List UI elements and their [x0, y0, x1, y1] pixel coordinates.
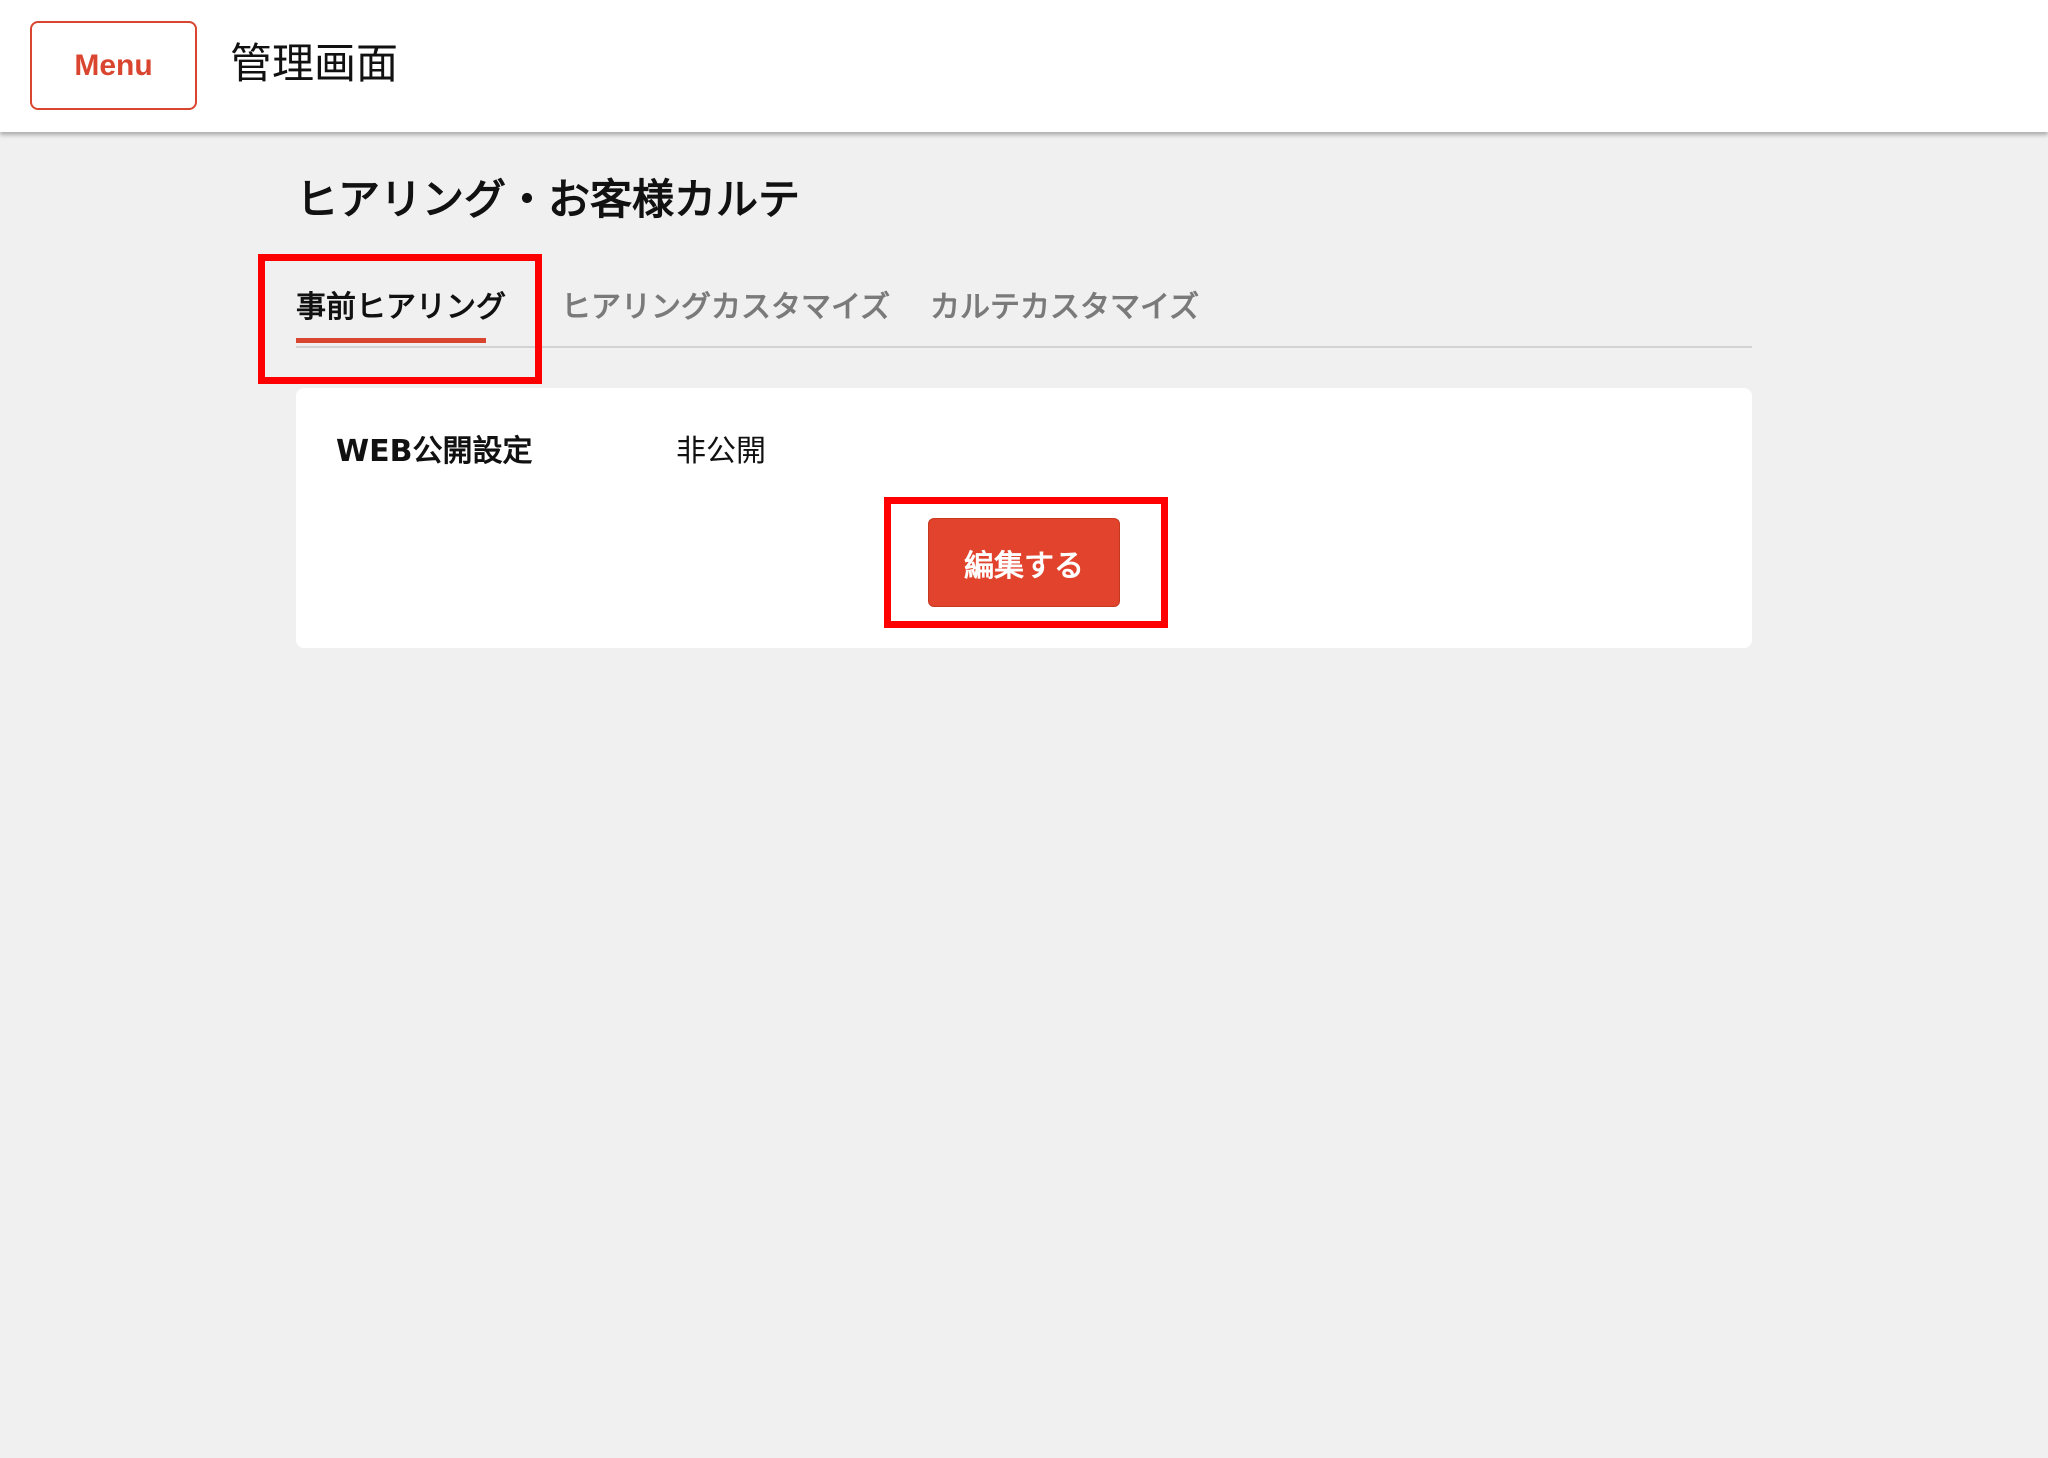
page-title: ヒアリング・お客様カルテ [296, 175, 801, 224]
web-publish-setting-label: WEB公開設定 [336, 434, 533, 469]
active-tab-indicator [296, 338, 486, 343]
edit-button[interactable]: 編集する [928, 518, 1120, 607]
menu-button[interactable]: Menu [30, 21, 197, 110]
web-publish-setting-value: 非公開 [676, 434, 766, 469]
app-header: Menu 管理画面 [0, 0, 2048, 132]
tab-bar: 事前ヒアリング ヒアリングカスタマイズ カルテカスタマイズ [296, 280, 1752, 348]
settings-card: WEB公開設定 非公開 編集する [296, 388, 1752, 648]
tab-hearing-customize[interactable]: ヒアリングカスタマイズ [561, 288, 890, 328]
tab-pre-hearing[interactable]: 事前ヒアリング [296, 288, 506, 328]
header-title: 管理画面 [230, 39, 399, 88]
tab-karte-customize[interactable]: カルテカスタマイズ [930, 288, 1199, 328]
